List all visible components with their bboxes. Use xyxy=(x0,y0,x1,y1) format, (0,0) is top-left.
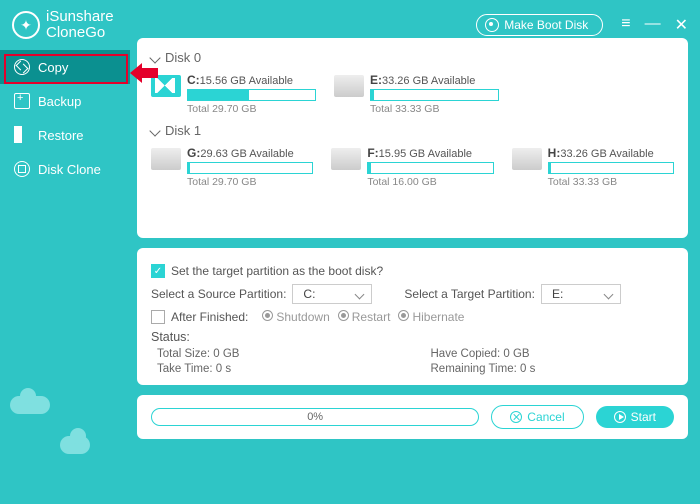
disks-panel: Disk 0 C:15.56 GB AvailableTotal 29.70 GB… xyxy=(137,38,688,238)
status-take-time: Take Time: 0 s xyxy=(157,363,401,375)
sidebar-item-backup[interactable]: Backup xyxy=(0,84,130,118)
after-label: After Finished: xyxy=(171,310,248,324)
after-checkbox[interactable] xyxy=(151,310,165,324)
chevron-down-icon xyxy=(149,52,160,63)
sidebar-item-copy[interactable]: Copy xyxy=(0,50,130,84)
app-brand: iSunshare CloneGo xyxy=(46,9,114,42)
content-area: Disk 0 C:15.56 GB AvailableTotal 29.70 GB… xyxy=(137,38,688,492)
boot-question: Set the target partition as the boot dis… xyxy=(171,264,383,278)
drive-icon xyxy=(331,148,361,170)
partition[interactable]: F:15.95 GB AvailableTotal 16.00 GB xyxy=(331,146,493,188)
app-logo-icon: ✦ xyxy=(12,11,40,39)
boot-checkbox[interactable]: ✓ xyxy=(151,264,165,278)
usage-bar xyxy=(187,162,313,174)
usage-bar xyxy=(187,89,316,101)
source-label: Select a Source Partition: xyxy=(151,287,286,301)
brand-line1: iSunshare xyxy=(46,9,114,26)
usage-bar xyxy=(548,162,674,174)
status-total-size: Total Size: 0 GB xyxy=(157,348,401,360)
start-button[interactable]: Start xyxy=(596,406,674,428)
target-select[interactable]: E: xyxy=(541,284,621,304)
restore-icon xyxy=(14,127,30,143)
arrow-annotation xyxy=(130,63,158,83)
disc-icon xyxy=(485,18,499,32)
boot-label: Make Boot Disk xyxy=(504,18,588,32)
partition[interactable]: H:33.26 GB AvailableTotal 33.33 GB xyxy=(512,146,674,188)
chevron-down-icon xyxy=(149,125,160,136)
usage-bar xyxy=(370,89,499,101)
menu-icon[interactable]: ≡ xyxy=(621,15,630,35)
footer-panel: 0% Cancel Start xyxy=(137,395,688,439)
disk-header[interactable]: Disk 0 xyxy=(151,50,674,65)
status-remaining: Remaining Time: 0 s xyxy=(431,363,675,375)
drive-icon xyxy=(151,148,181,170)
make-boot-disk-button[interactable]: Make Boot Disk xyxy=(476,14,603,36)
partition[interactable]: G:29.63 GB AvailableTotal 29.70 GB xyxy=(151,146,313,188)
copy-icon xyxy=(14,59,30,75)
options-panel: ✓ Set the target partition as the boot d… xyxy=(137,248,688,385)
status-have-copied: Have Copied: 0 GB xyxy=(431,348,675,360)
radio-shutdown[interactable] xyxy=(262,310,273,321)
partition[interactable]: C:15.56 GB AvailableTotal 29.70 GB xyxy=(151,73,316,115)
radio-restart[interactable] xyxy=(338,310,349,321)
drive-icon xyxy=(512,148,542,170)
usage-bar xyxy=(367,162,493,174)
partition[interactable]: E:33.26 GB AvailableTotal 33.33 GB xyxy=(334,73,499,115)
cancel-icon xyxy=(510,411,522,423)
backup-icon xyxy=(14,93,30,109)
minimize-icon[interactable]: — xyxy=(645,15,661,35)
sidebar: CopyBackupRestoreDisk Clone xyxy=(0,50,130,504)
radio-hibernate[interactable] xyxy=(398,310,409,321)
play-icon xyxy=(614,411,626,423)
target-label: Select a Target Partition: xyxy=(404,287,535,301)
disk-header[interactable]: Disk 1 xyxy=(151,123,674,138)
close-icon[interactable]: ✕ xyxy=(675,15,688,35)
brand-line2: CloneGo xyxy=(46,25,114,42)
drive-icon xyxy=(334,75,364,97)
status-title: Status: xyxy=(151,330,674,344)
sidebar-item-disk-clone[interactable]: Disk Clone xyxy=(0,152,130,186)
source-select[interactable]: C: xyxy=(292,284,372,304)
sidebar-item-restore[interactable]: Restore xyxy=(0,118,130,152)
cancel-button[interactable]: Cancel xyxy=(491,405,583,429)
disk-clone-icon xyxy=(14,161,30,177)
progress-bar: 0% xyxy=(151,408,479,426)
